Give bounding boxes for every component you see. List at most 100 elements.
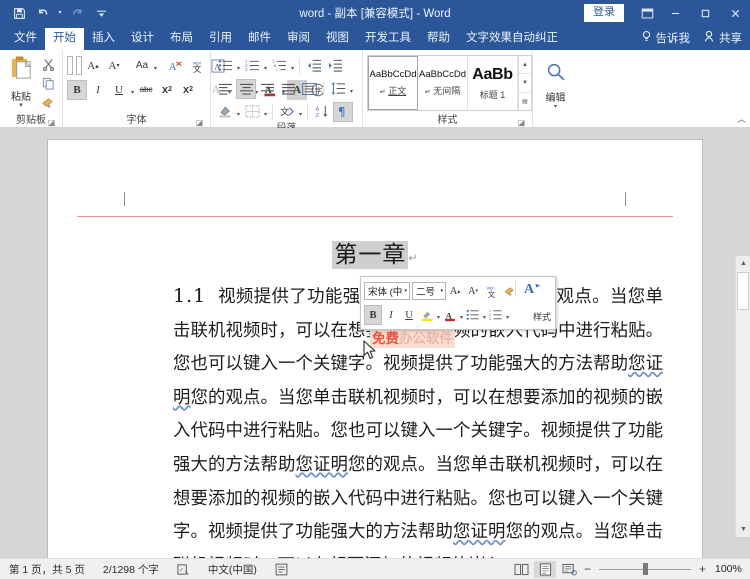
customize-qat-icon[interactable] xyxy=(90,3,112,23)
underline-icon[interactable]: U xyxy=(109,80,129,100)
paste-dropdown-icon[interactable]: ▾ xyxy=(19,103,23,108)
style-item-nospacing[interactable]: AaBbCcDd ↵ 无间隔 xyxy=(418,56,468,110)
italic-icon[interactable]: I xyxy=(88,80,108,100)
bullets-chevron-down-icon[interactable]: ▾ xyxy=(236,56,241,76)
tell-me-box[interactable]: 告诉我 xyxy=(641,30,691,50)
tab-insert[interactable]: 插入 xyxy=(84,28,123,50)
align-left-icon[interactable] xyxy=(215,79,235,99)
undo-dropdown-icon[interactable]: ▾ xyxy=(56,3,64,23)
editing-chevron-down-icon[interactable]: ▾ xyxy=(554,104,557,110)
styles-gallery-scrollbar[interactable]: ▲ ▼ ▤ xyxy=(518,56,531,110)
shading-chevron-down-icon[interactable]: ▾ xyxy=(236,102,241,122)
mini-font-name-chevron-down-icon[interactable]: ▾ xyxy=(403,288,408,294)
font-size-combo[interactable]: 二号 ▾ xyxy=(76,56,82,75)
ribbon-display-options-icon[interactable] xyxy=(634,0,660,26)
mini-numbering-icon[interactable]: 123 xyxy=(487,305,505,325)
zoom-slider-thumb[interactable] xyxy=(643,563,648,575)
multilevel-chevron-down-icon[interactable]: ▾ xyxy=(290,56,295,76)
align-center-icon[interactable] xyxy=(236,79,256,99)
zoom-out-button[interactable]: − xyxy=(582,562,593,576)
font-dialog-launcher[interactable]: ◪ xyxy=(195,118,204,127)
gallery-more-icon[interactable]: ▤ xyxy=(519,93,531,110)
bullets-icon[interactable] xyxy=(215,56,235,76)
sign-in-button[interactable]: 登录 xyxy=(584,4,624,21)
change-case-chevron-down-icon[interactable]: ▾ xyxy=(153,56,158,76)
multilevel-list-icon[interactable]: 1ai xyxy=(269,56,289,76)
tab-view[interactable]: 视图 xyxy=(318,28,357,50)
tab-developer[interactable]: 开发工具 xyxy=(357,28,419,50)
mini-bold-icon[interactable]: B xyxy=(364,305,382,325)
zoom-level-label[interactable]: 100% xyxy=(710,563,742,575)
mini-grow-font-icon[interactable]: A▴ xyxy=(446,281,464,301)
proofing-status-icon[interactable]: ✓ xyxy=(168,563,199,576)
document-canvas[interactable]: 免费办公软件 第一章↵ 1.1 视频提供了功能强大的方法帮助您证明您的观点。当您… xyxy=(0,128,750,558)
justify-icon[interactable] xyxy=(278,79,298,99)
strikethrough-icon[interactable]: abc xyxy=(136,80,156,100)
read-mode-icon[interactable] xyxy=(510,561,532,578)
maximize-button[interactable] xyxy=(690,0,720,26)
mini-floating-toolbar[interactable]: 宋体 (中3 ▾ 二号 ▾ A▴ A▾ wén文 A xyxy=(360,276,556,330)
gallery-scroll-down-icon[interactable]: ▼ xyxy=(519,74,531,92)
undo-icon[interactable] xyxy=(32,3,54,23)
scrollbar-thumb[interactable] xyxy=(737,272,749,310)
borders-chevron-down-icon[interactable]: ▾ xyxy=(263,102,268,122)
tab-help[interactable]: 帮助 xyxy=(419,28,458,50)
asian-layout-chevron-down-icon[interactable]: ▾ xyxy=(298,102,303,122)
phonetic-guide-icon[interactable]: wén文 xyxy=(187,56,207,76)
style-item-heading1[interactable]: AaBb 标题 1 xyxy=(468,56,518,110)
zoom-slider[interactable] xyxy=(599,562,691,576)
change-case-icon[interactable]: Aa xyxy=(132,56,152,76)
format-painter-icon[interactable] xyxy=(38,94,58,111)
increase-indent-icon[interactable] xyxy=(325,56,345,76)
tab-references[interactable]: 引用 xyxy=(201,28,240,50)
shading-icon[interactable] xyxy=(215,102,235,122)
tab-design[interactable]: 设计 xyxy=(123,28,162,50)
mini-text-highlight-icon[interactable] xyxy=(418,305,436,325)
copy-icon[interactable] xyxy=(38,75,58,92)
language-indicator[interactable]: 中文(中国) xyxy=(199,562,266,577)
sort-icon[interactable]: AZ xyxy=(312,102,332,122)
tab-layout[interactable]: 布局 xyxy=(162,28,201,50)
tab-mailings[interactable]: 邮件 xyxy=(240,28,279,50)
print-layout-icon[interactable] xyxy=(534,561,556,578)
align-right-icon[interactable] xyxy=(257,79,277,99)
underline-chevron-down-icon[interactable]: ▾ xyxy=(130,80,135,100)
share-button[interactable]: 共享 xyxy=(704,30,742,50)
zoom-in-button[interactable]: + xyxy=(697,562,708,576)
numbering-icon[interactable]: 123 xyxy=(242,56,262,76)
minimize-button[interactable] xyxy=(660,0,690,26)
font-size-chevron-down-icon[interactable]: ▾ xyxy=(80,62,82,69)
tab-review[interactable]: 审阅 xyxy=(279,28,318,50)
mini-font-size-combo[interactable]: 二号 ▾ xyxy=(412,282,446,300)
numbering-chevron-down-icon[interactable]: ▾ xyxy=(263,56,268,76)
decrease-indent-icon[interactable] xyxy=(304,56,324,76)
subscript-icon[interactable]: x2 xyxy=(157,80,177,100)
editing-button[interactable]: 编辑 ▾ xyxy=(537,53,574,114)
web-layout-icon[interactable] xyxy=(558,561,580,578)
mini-font-color-icon[interactable]: A xyxy=(441,305,459,325)
close-button[interactable] xyxy=(720,0,750,26)
mini-font-name-combo[interactable]: 宋体 (中3 ▾ xyxy=(364,282,410,300)
style-item-normal[interactable]: AaBbCcDd ↵ 正文 xyxy=(368,56,418,110)
cut-icon[interactable] xyxy=(38,56,58,73)
borders-icon[interactable] xyxy=(242,102,262,122)
font-name-chevron-down-icon[interactable]: ▾ xyxy=(71,62,73,69)
line-spacing-chevron-down-icon[interactable]: ▾ xyxy=(349,79,354,99)
mini-shrink-font-icon[interactable]: A▾ xyxy=(464,281,482,301)
chapter-heading-line[interactable]: 第一章↵ xyxy=(48,235,702,269)
word-count[interactable]: 2/1298 个字 xyxy=(94,562,168,577)
redo-icon[interactable] xyxy=(66,3,88,23)
mini-font-size-chevron-down-icon[interactable]: ▾ xyxy=(439,288,444,294)
vertical-scrollbar[interactable]: ▲ ▼ xyxy=(735,256,750,537)
tab-file[interactable]: 文件 xyxy=(6,28,45,50)
save-icon[interactable] xyxy=(8,3,30,23)
bold-icon[interactable]: B xyxy=(67,80,87,100)
line-spacing-icon[interactable] xyxy=(328,79,348,99)
mini-styles-button[interactable]: A xyxy=(515,280,551,297)
distributed-icon[interactable] xyxy=(299,79,319,99)
scroll-down-icon[interactable]: ▼ xyxy=(736,522,750,537)
styles-dialog-launcher[interactable]: ◪ xyxy=(517,118,526,127)
collapse-ribbon-icon[interactable]: ︿ xyxy=(737,112,746,125)
shrink-font-icon[interactable]: A▾ xyxy=(104,56,124,76)
superscript-icon[interactable]: x2 xyxy=(178,80,198,100)
